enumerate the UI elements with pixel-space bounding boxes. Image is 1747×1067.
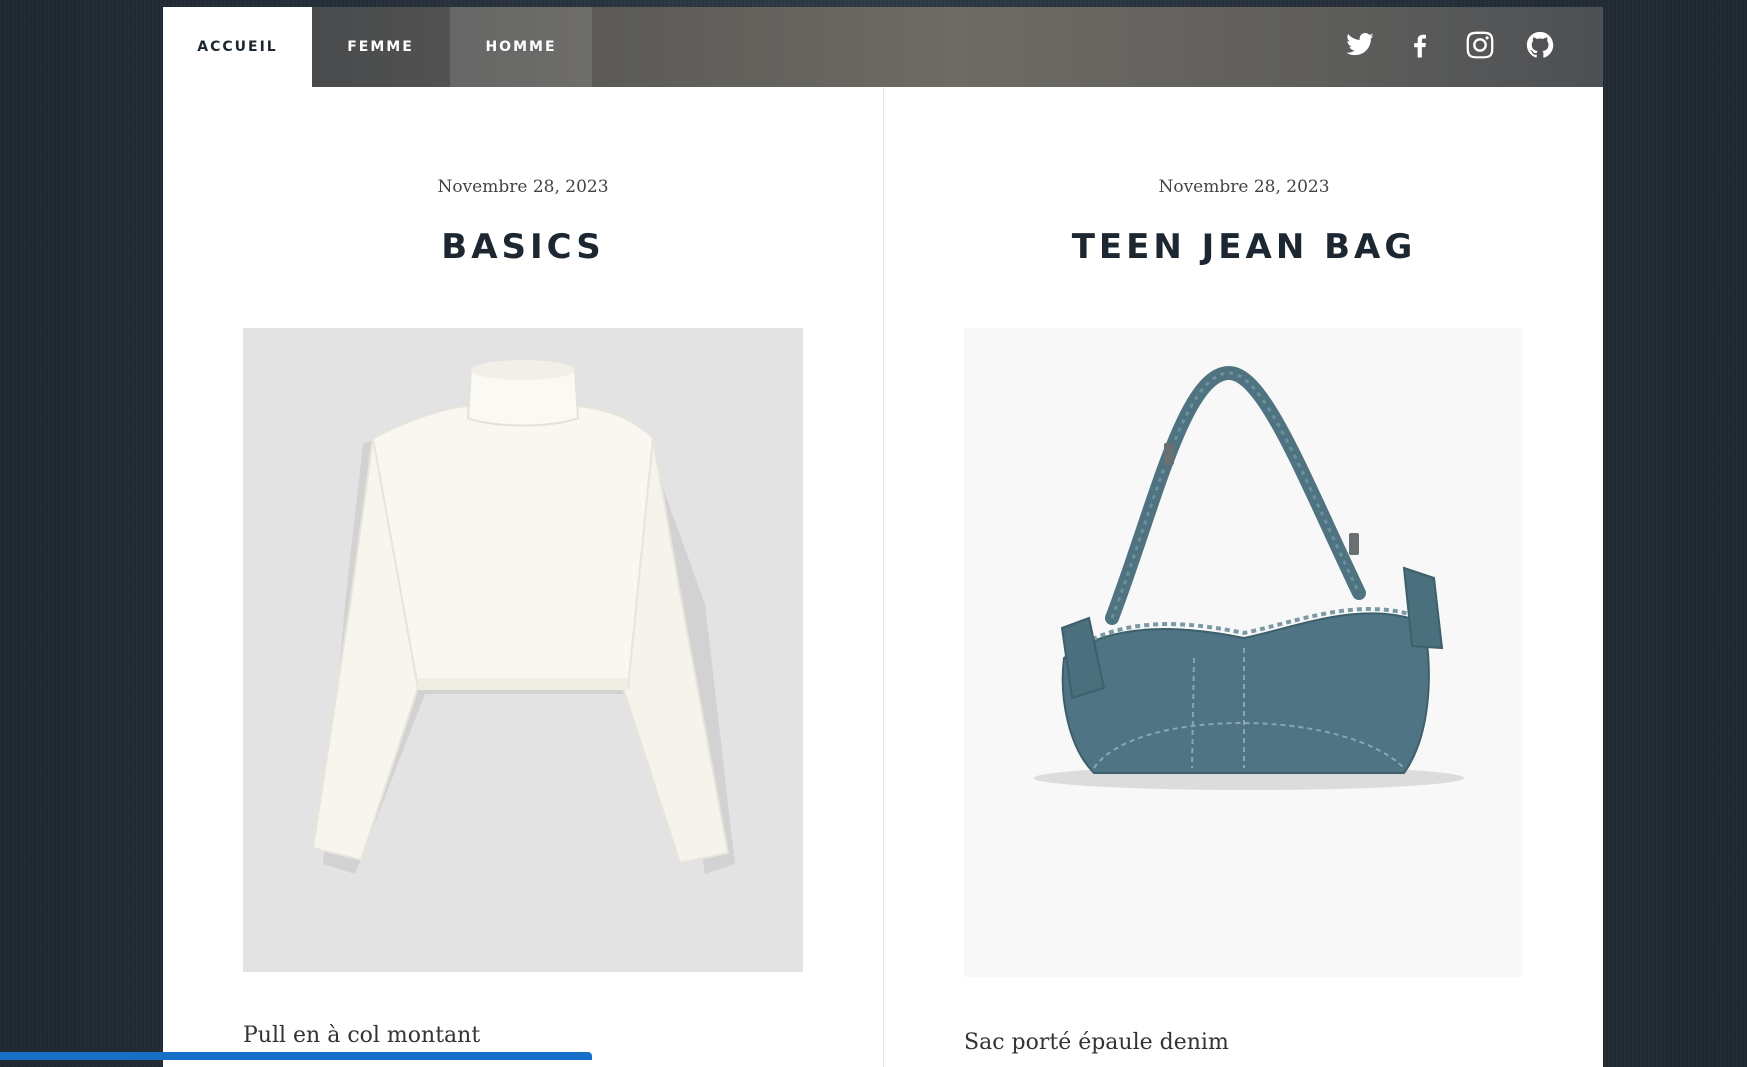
denim-shoulder-bag-image (964, 328, 1522, 977)
post-card: Novembre 28, 2023 BASICS Pull en à col m… (163, 87, 883, 1067)
post-title[interactable]: BASICS (163, 227, 883, 267)
instagram-icon[interactable] (1465, 30, 1495, 60)
post-title[interactable]: TEEN JEAN BAG (884, 227, 1604, 267)
top-navigation: ACCUEIL FEMME HOMME (163, 7, 1603, 87)
nav-femme[interactable]: FEMME (312, 7, 449, 87)
post-image-bag[interactable] (964, 328, 1522, 977)
post-date: Novembre 28, 2023 (1158, 177, 1330, 197)
nav-homme[interactable]: HOMME (450, 7, 592, 87)
post-date: Novembre 28, 2023 (437, 177, 609, 197)
github-icon[interactable] (1525, 30, 1555, 60)
page-progress-bar (0, 1052, 592, 1060)
nav-accueil[interactable]: ACCUEIL (163, 7, 312, 87)
page-container: ACCUEIL FEMME HOMME Novembre 28, 2023 BA… (163, 7, 1603, 1067)
post-caption: Sac porté épaule denim (964, 1030, 1229, 1055)
post-card: Novembre 28, 2023 TEEN JEAN BAG Sac port… (884, 87, 1604, 1067)
white-turtleneck-sweater-image (243, 328, 803, 972)
post-image-sweater[interactable] (243, 328, 803, 972)
post-caption: Pull en à col montant (243, 1023, 481, 1048)
twitter-icon[interactable] (1345, 30, 1375, 60)
facebook-icon[interactable] (1405, 30, 1435, 60)
